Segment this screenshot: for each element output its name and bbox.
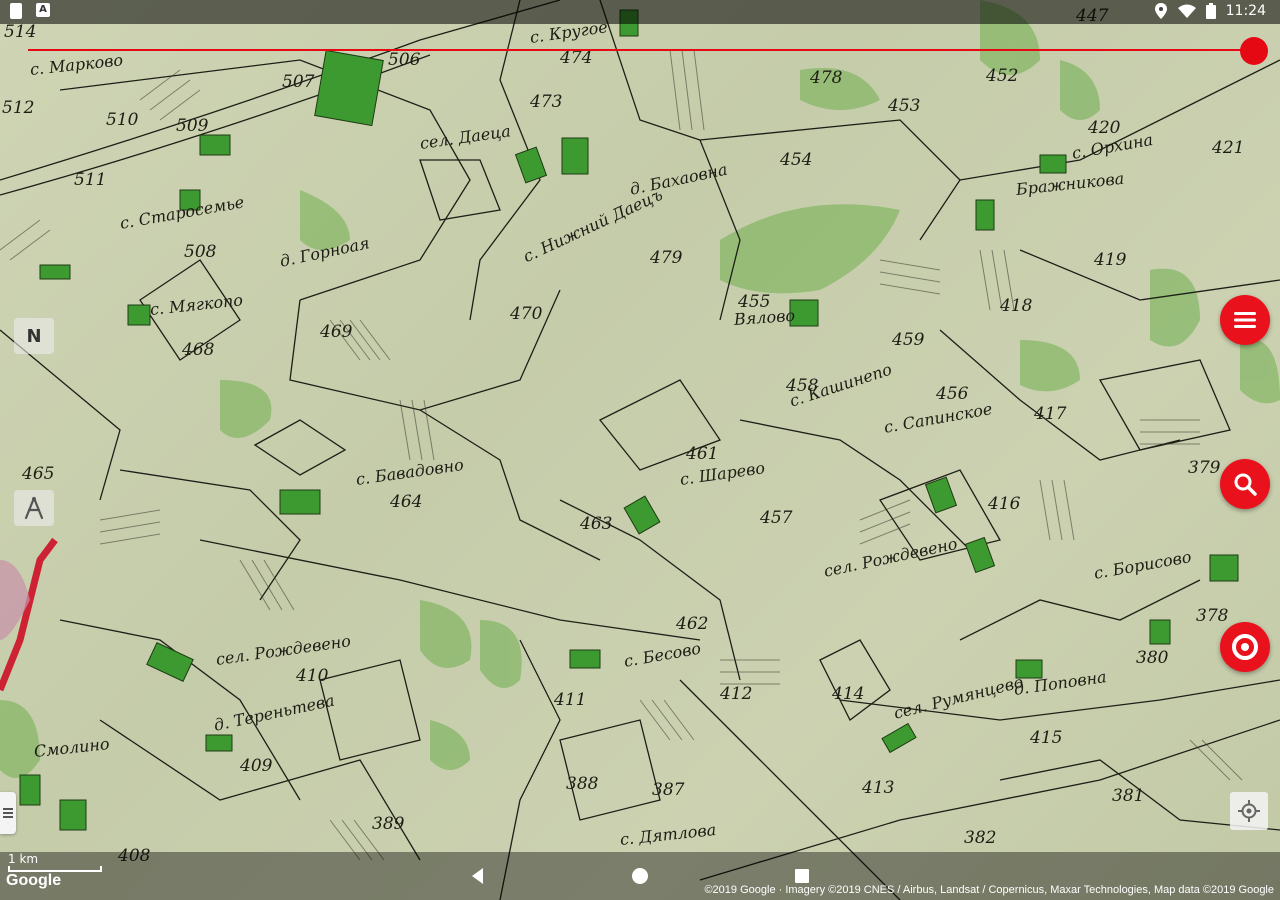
search-icon [1234,473,1257,496]
recents-icon[interactable] [792,866,812,886]
parcel-number: 464 [390,492,423,512]
parcel-number: 419 [1094,250,1127,270]
parcel-number: 388 [566,774,599,794]
parcel-number: 506 [388,50,421,70]
parcel-number: 469 [320,322,353,342]
parcel-number: 511 [74,170,107,190]
battery-icon [1205,3,1216,19]
status-bar: A 11:24 [0,0,1280,24]
track-line [28,49,1250,51]
recording-indicator[interactable] [1240,37,1268,65]
parcel-number: 382 [964,828,997,848]
parcel-number: 509 [176,116,209,136]
measure-tool-button[interactable] [14,490,54,526]
parcel-number: 462 [676,614,709,634]
map-attribution: ©2019 Google · Imagery ©2019 CNES / Airb… [704,884,1274,896]
parcel-number: 415 [1030,728,1063,748]
parcel-number: 461 [686,444,719,464]
drawer-handle[interactable] [0,792,16,834]
parcel-number: 510 [106,110,139,130]
parcel-number: 416 [988,494,1021,514]
my-location-button[interactable] [1230,792,1268,830]
parcel-number: 473 [530,92,563,112]
location-icon [1154,3,1167,19]
parcel-number: 453 [888,96,921,116]
parcel-number: 414 [832,684,865,704]
drag-handle-icon [3,808,13,818]
google-logo: Google [6,872,62,889]
parcel-number: 410 [296,666,329,686]
parcel-number: 421 [1212,138,1245,158]
parcel-number: 417 [1034,404,1067,424]
parcel-number: 514 [4,22,37,42]
parcel-number: 389 [372,814,405,834]
parcel-number: 463 [580,514,613,534]
clock-time: 11:24 [1225,3,1266,19]
parcel-number: 380 [1136,648,1169,668]
letter-a-icon: A [36,3,50,17]
parcel-number: 457 [760,508,793,528]
parcel-number: 452 [986,66,1019,86]
parcel-number: 507 [282,72,315,92]
parcel-number: 479 [650,248,683,268]
parcel-number: 470 [510,304,543,324]
parcel-number: 409 [240,756,273,776]
parcel-number: 412 [720,684,753,704]
parcel-number: 465 [22,464,55,484]
parcel-number: 512 [2,98,35,118]
parcel-number: 387 [652,780,685,800]
wifi-icon [1177,4,1196,18]
target-icon [1232,634,1258,660]
home-icon[interactable] [630,866,650,886]
parcel-number: 508 [184,242,217,262]
target-button[interactable] [1220,622,1270,672]
north-label: N [26,325,42,347]
map-view[interactable]: 514 507 506 474 478 452 447 512 510 509 … [0,0,1280,900]
scale-label: 1 km [8,852,39,866]
menu-button[interactable] [1220,295,1270,345]
menu-icon [1234,312,1256,328]
parcel-number: 418 [1000,296,1033,316]
parcel-number: 378 [1196,606,1229,626]
crosshair-icon [1238,800,1260,822]
compass-tool-icon [24,496,44,520]
parcel-number: 411 [554,690,587,710]
parcel-number: 468 [182,340,215,360]
parcel-number: 456 [936,384,969,404]
north-compass-button[interactable]: N [14,318,54,354]
parcel-number: 474 [560,48,593,68]
parcel-number: 459 [892,330,925,350]
parcel-number: 379 [1188,458,1221,478]
sd-card-icon [10,3,22,19]
search-button[interactable] [1220,459,1270,509]
back-icon[interactable] [468,866,488,886]
parcel-number: 478 [810,68,843,88]
parcel-number: 381 [1112,786,1145,806]
parcel-number: 454 [780,150,813,170]
parcel-number: 413 [862,778,895,798]
